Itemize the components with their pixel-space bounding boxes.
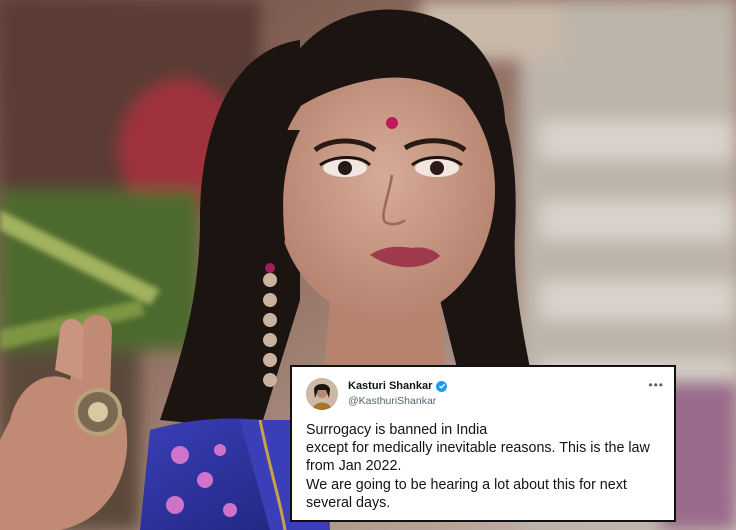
verified-badge-icon — [436, 380, 448, 392]
author-handle[interactable]: @KasthuriShankar — [348, 395, 447, 407]
author-name[interactable]: Kasturi Shankar — [348, 380, 432, 392]
tweet-author: Kasturi Shankar @KasthuriShankar — [348, 380, 448, 407]
avatar[interactable] — [306, 378, 338, 410]
tweet-line: from Jan 2022. — [306, 458, 402, 475]
avatar-image — [306, 378, 338, 410]
tweet-header: Kasturi Shankar @KasthuriShankar ••• — [302, 377, 664, 421]
tweet-line: Surrogacy is banned in India — [306, 422, 488, 438]
tweet-line: several days. — [306, 494, 391, 511]
tweet-card: Kasturi Shankar @KasthuriShankar ••• Sur… — [290, 365, 676, 522]
tweet-line: except for medically inevitable reasons.… — [306, 440, 650, 457]
tweet-text: Surrogacy is banned in India except for … — [302, 421, 664, 512]
more-options-icon[interactable]: ••• — [648, 379, 664, 391]
tweet-line: We are going to be hearing a lot about t… — [306, 476, 627, 493]
